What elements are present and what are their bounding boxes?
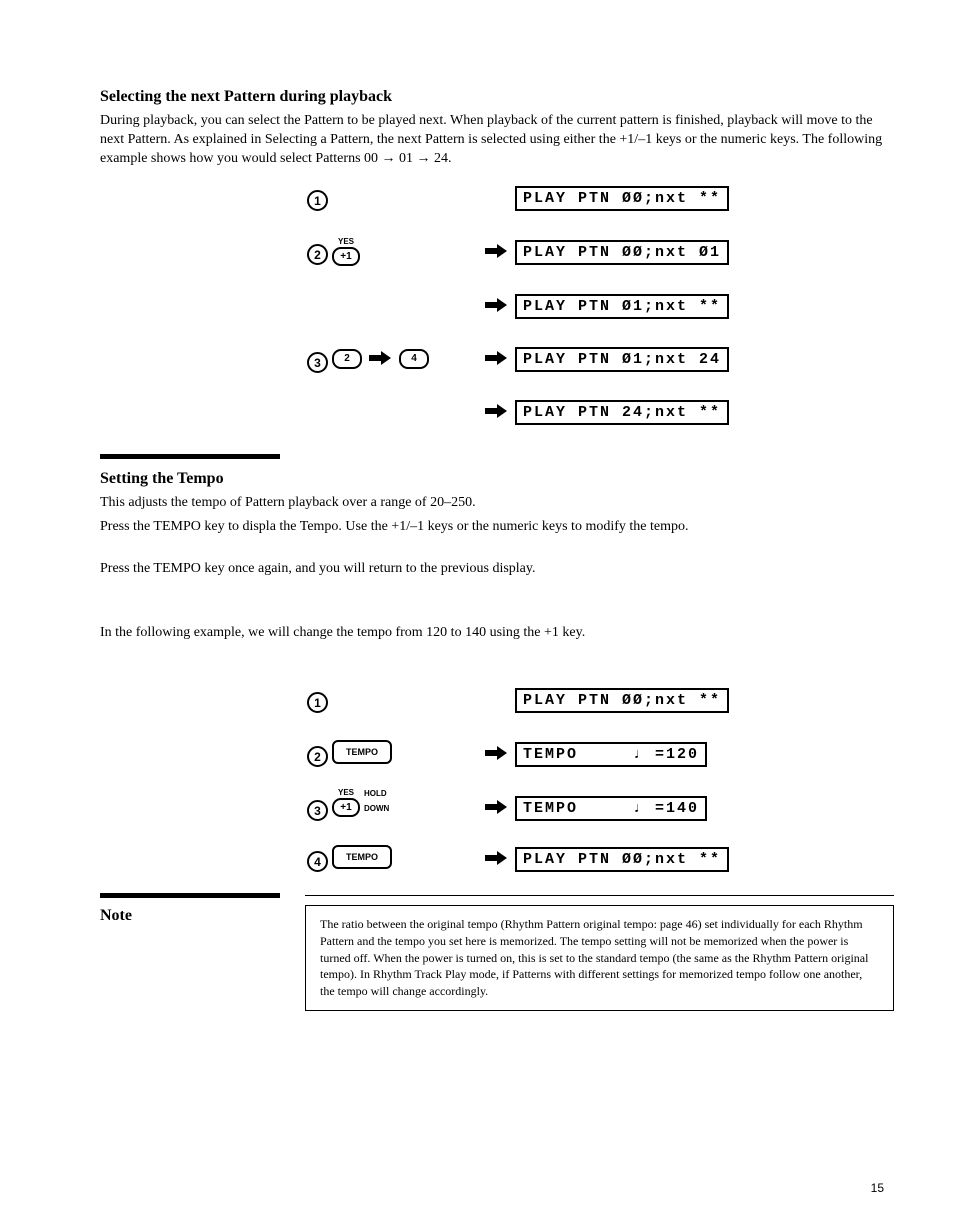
section-paragraph: This adjusts the tempo of Pattern playba… [100, 494, 894, 513]
tempo-key[interactable]: TEMPO [332, 740, 392, 764]
key-label-top: YES [332, 237, 360, 246]
step-marker: 3 [307, 352, 328, 373]
numeric-key-2[interactable]: 2 [332, 349, 362, 369]
divider [100, 893, 280, 898]
arrow-right-icon [485, 244, 507, 263]
hold-label: HOLD [364, 789, 389, 798]
lcd-display: PLAY PTN ØØ;nxt ** [515, 847, 729, 872]
note-text: The ratio between the original tempo (Rh… [320, 917, 868, 998]
section-paragraph: In the following example, we will change… [100, 624, 894, 643]
note-box: The ratio between the original tempo (Rh… [305, 905, 894, 1011]
lcd-display: PLAY PTN Ø1;nxt 24 [515, 347, 729, 372]
arrow-right-icon [485, 851, 507, 870]
step-marker: 4 [307, 851, 328, 872]
section-paragraph: Press the TEMPO key to displa the Tempo.… [100, 518, 894, 537]
divider [305, 895, 894, 896]
lcd-display: PLAY PTN ØØ;nxt ** [515, 186, 729, 211]
lcd-display: PLAY PTN Ø1;nxt ** [515, 294, 729, 319]
plus1-key[interactable]: +1 [332, 798, 360, 817]
arrow-right-icon [485, 351, 507, 370]
step-marker: 1 [307, 190, 328, 211]
section-paragraph: During playback, you can select the Patt… [100, 112, 894, 169]
section-heading: Selecting the next Pattern during playba… [100, 88, 894, 106]
step-marker: 3 [307, 800, 328, 821]
section-paragraph: Press the TEMPO key once again, and you … [100, 560, 894, 579]
tempo-key[interactable]: TEMPO [332, 845, 392, 869]
arrow-right-icon [485, 404, 507, 423]
lcd-display: PLAY PTN ØØ;nxt Ø1 [515, 240, 729, 265]
step-marker: 1 [307, 692, 328, 713]
arrow-right-icon [369, 351, 391, 370]
arrow-right-icon [485, 298, 507, 317]
numeric-key-4[interactable]: 4 [399, 349, 429, 369]
section-heading: Setting the Tempo [100, 470, 894, 488]
divider [100, 454, 280, 459]
lcd-display: PLAY PTN 24;nxt ** [515, 400, 729, 425]
lcd-display: TEMPO ♩ =140 [515, 796, 707, 821]
section-heading: Note [100, 907, 280, 925]
lcd-display: PLAY PTN ØØ;nxt ** [515, 688, 729, 713]
down-label: DOWN [364, 804, 389, 813]
arrow-right-icon [485, 800, 507, 819]
step-marker: 2 [307, 746, 328, 767]
key-label-top: YES [332, 788, 360, 797]
plus1-key[interactable]: +1 [332, 247, 360, 266]
lcd-display: TEMPO ♩ =120 [515, 742, 707, 767]
arrow-right-icon [485, 746, 507, 765]
step-marker: 2 [307, 244, 328, 265]
page-number: 15 [871, 1181, 884, 1195]
